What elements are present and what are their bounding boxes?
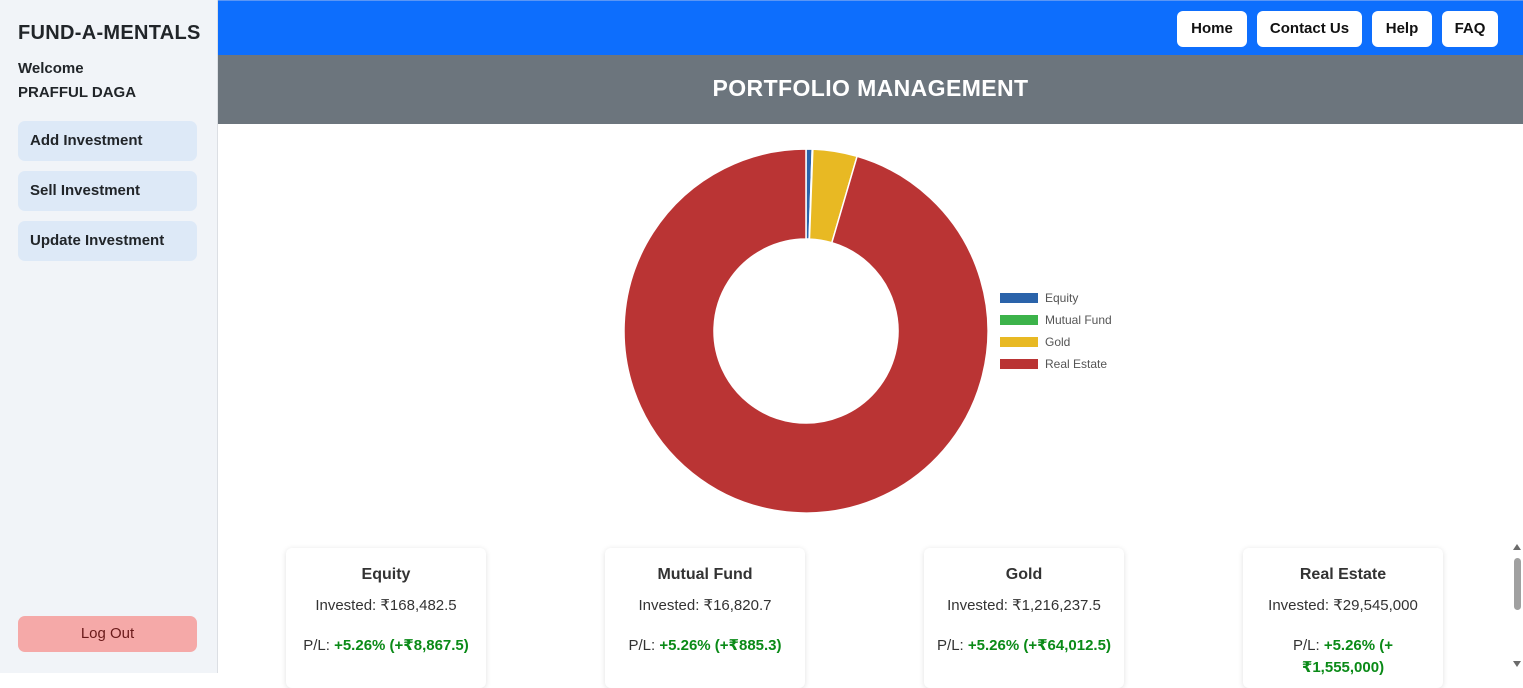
legend-label: Gold	[1045, 335, 1071, 349]
card-title: Equity	[361, 566, 411, 583]
card-title: Real Estate	[1299, 566, 1387, 583]
nav-contact-us-button[interactable]: Contact Us	[1257, 11, 1362, 47]
legend-swatch	[1000, 293, 1038, 303]
update-investment-button[interactable]: Update Investment	[18, 221, 197, 261]
legend-swatch	[1000, 315, 1038, 325]
donut-slice-real-estate	[623, 148, 989, 514]
add-investment-button[interactable]: Add Investment	[18, 121, 197, 161]
asset-card-gold: Gold Invested: ₹1,216,237.5 P/L: +5.26% …	[924, 548, 1124, 688]
user-name: PRAFFUL DAGA	[18, 84, 137, 101]
welcome-label: Welcome	[18, 60, 84, 77]
asset-card-real-estate: Real Estate Invested: ₹29,545,000 P/L: +…	[1243, 548, 1443, 688]
brand-title: FUND-A-MENTALS	[18, 22, 201, 44]
page-header: PORTFOLIO MANAGEMENT	[218, 55, 1523, 124]
pl-value: +5.26% (+₹64,012.5)	[967, 637, 1111, 654]
donut-slice-mutual-fund	[808, 148, 814, 240]
card-pl: P/L: +5.26% (+₹64,012.5)	[934, 635, 1114, 657]
legend-label: Equity	[1045, 291, 1079, 305]
scroll-down-arrow-icon[interactable]	[1513, 661, 1521, 667]
asset-card-mutual-fund: Mutual Fund Invested: ₹16,820.7 P/L: +5.…	[605, 548, 805, 688]
asset-card-equity: Equity Invested: ₹168,482.5 P/L: +5.26% …	[286, 548, 486, 688]
pl-label: P/L:	[937, 637, 964, 654]
pl-value: +5.26% (+₹885.3)	[659, 637, 782, 654]
card-title: Gold	[1005, 566, 1043, 583]
top-navbar: Home Contact Us Help FAQ	[218, 0, 1523, 55]
card-pl: P/L: +5.26% (+₹8,867.5)	[296, 635, 476, 657]
sidebar: FUND-A-MENTALS Welcome PRAFFUL DAGA Add …	[0, 0, 218, 673]
page-title: PORTFOLIO MANAGEMENT	[712, 75, 1029, 101]
card-invested: Invested: ₹16,820.7	[638, 597, 772, 614]
legend-swatch	[1000, 359, 1038, 369]
pl-label: P/L:	[303, 637, 330, 654]
donut-slice-gold	[808, 148, 859, 244]
nav-faq-button[interactable]: FAQ	[1442, 11, 1498, 47]
nav-home-button[interactable]: Home	[1177, 11, 1247, 47]
scroll-up-arrow-icon[interactable]	[1513, 544, 1521, 550]
card-invested: Invested: ₹29,545,000	[1268, 597, 1418, 614]
page-scrollbar[interactable]	[1511, 540, 1523, 673]
card-pl: P/L: +5.26% (+₹1,555,000)	[1253, 635, 1433, 679]
card-invested: Invested: ₹1,216,237.5	[947, 597, 1101, 614]
logout-button[interactable]: Log Out	[18, 616, 197, 652]
scroll-thumb[interactable]	[1514, 558, 1521, 610]
welcome-block: Welcome PRAFFUL DAGA	[18, 57, 136, 105]
pl-label: P/L:	[1292, 637, 1320, 654]
pl-label: P/L:	[628, 637, 656, 654]
nav-help-button[interactable]: Help	[1372, 11, 1432, 47]
pl-value: +5.26% (+₹8,867.5)	[334, 637, 469, 654]
card-pl: P/L: +5.26% (+₹885.3)	[615, 635, 795, 657]
sell-investment-button[interactable]: Sell Investment	[18, 171, 197, 211]
legend-label: Real Estate	[1045, 357, 1108, 371]
legend-swatch	[1000, 337, 1038, 347]
legend-label: Mutual Fund	[1045, 313, 1112, 327]
donut-slice-equity	[805, 148, 814, 240]
card-invested: Invested: ₹168,482.5	[315, 597, 457, 614]
card-title: Mutual Fund	[657, 566, 753, 583]
